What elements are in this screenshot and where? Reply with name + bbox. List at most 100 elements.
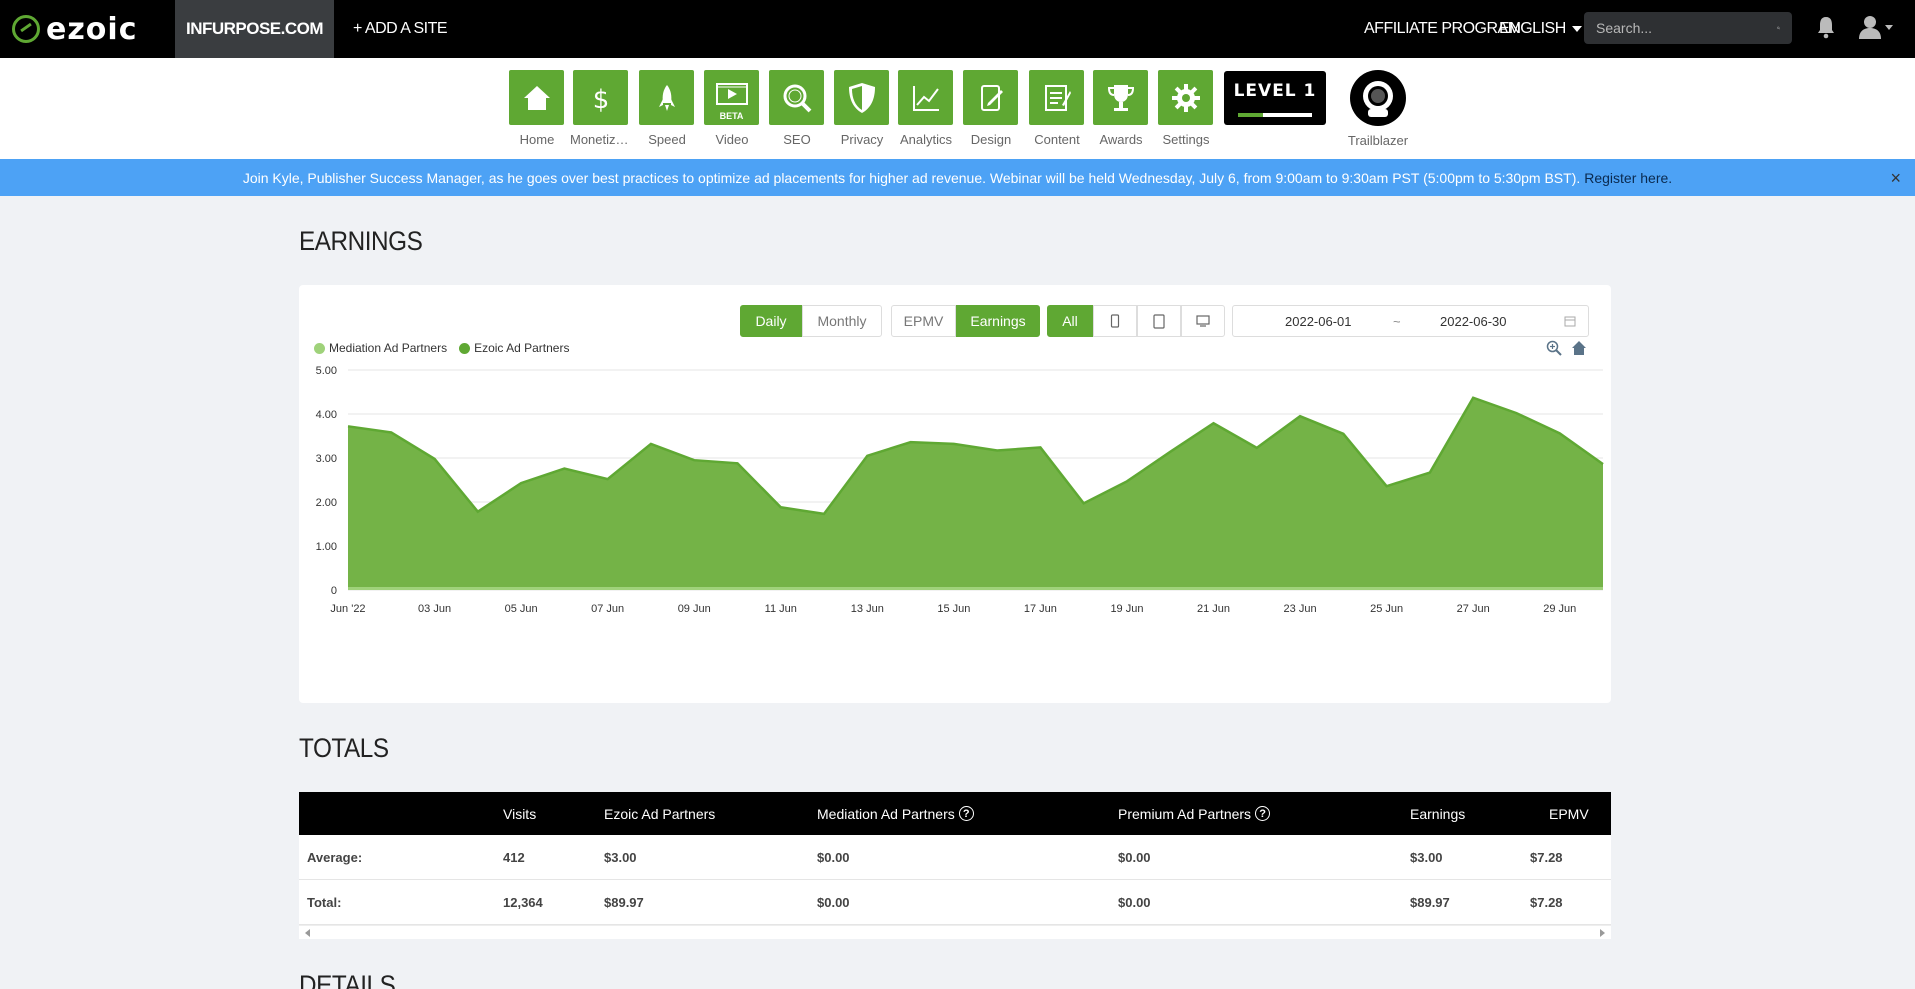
earnings-button[interactable]: Earnings [956, 305, 1040, 337]
period-toggle: Daily Monthly [740, 305, 882, 337]
totals-table: Visits Ezoic Ad Partners Mediation Ad Pa… [299, 792, 1611, 939]
nav-seo[interactable]: SEO [769, 70, 824, 147]
tablet-button[interactable] [1137, 305, 1181, 337]
horizontal-scrollbar[interactable] [299, 925, 1611, 939]
x-tick-label: 05 Jun [505, 603, 538, 615]
cell-epmv: $7.28 [1530, 850, 1563, 865]
cell-visits: 12,364 [503, 895, 543, 910]
row-label: Average: [307, 850, 363, 865]
device-toggle: All [1047, 305, 1225, 337]
nav-video[interactable]: BETA Video [704, 70, 759, 147]
nav-settings[interactable]: Settings [1158, 70, 1213, 147]
help-icon[interactable]: ? [958, 806, 974, 821]
table-row: Average: 412 $3.00 $0.00 $0.00 $3.00 $7.… [299, 835, 1611, 880]
ezoic-logo[interactable]: ezoic [12, 11, 138, 47]
home-icon [523, 85, 550, 110]
affiliate-program-link[interactable]: AFFILIATE PROGRAM [1364, 0, 1521, 58]
cell-mediation: $0.00 [817, 850, 850, 865]
header-earnings: Earnings [1410, 805, 1466, 822]
trailblazer-badge[interactable]: Trailblazer [1338, 70, 1418, 148]
legend-item-ezoic[interactable]: Ezoic Ad Partners [459, 341, 569, 355]
date-separator: ~ [1393, 313, 1401, 329]
row-label: Total: [307, 895, 342, 910]
nav-awards[interactable]: Awards [1093, 70, 1148, 147]
nav-speed[interactable]: Speed [639, 70, 694, 147]
header-epmv: EPMV [1549, 805, 1589, 822]
svg-text:$: $ [592, 85, 609, 113]
nav-label: Video [715, 132, 749, 147]
add-site-link[interactable]: + ADD A SITE [353, 0, 448, 58]
nav-privacy[interactable]: Privacy [834, 70, 889, 147]
legend-dot [459, 342, 471, 354]
rocket-icon [658, 84, 675, 111]
header-premium-ad-partners: Premium Ad Partners? [1118, 792, 1271, 835]
nav-label: Settings [1162, 132, 1210, 147]
x-tick-label: 19 Jun [1110, 603, 1143, 615]
bell-icon[interactable] [1816, 15, 1836, 39]
y-tick-label: 4.00 [316, 409, 337, 421]
site-tab[interactable]: INFURPOSE.COM [175, 0, 334, 58]
design-icon [980, 84, 1003, 111]
date-range-picker[interactable]: 2022-06-01 ~ 2022-06-30 [1232, 305, 1589, 337]
epmv-button[interactable]: EPMV [891, 305, 956, 337]
x-tick-label: 11 Jun [765, 603, 797, 615]
legend-label: Mediation Ad Partners [329, 341, 448, 355]
calendar-icon[interactable] [1564, 315, 1576, 327]
cell-earnings: $3.00 [1410, 850, 1443, 865]
mobile-icon [1110, 314, 1120, 328]
close-icon[interactable]: × [1890, 168, 1901, 189]
nav-label: Content [1034, 132, 1080, 147]
start-date[interactable]: 2022-06-01 [1285, 314, 1352, 329]
legend-item-mediation[interactable]: Mediation Ad Partners [314, 341, 447, 355]
register-link[interactable]: Register here. [1584, 170, 1672, 186]
daily-button[interactable]: Daily [740, 305, 802, 337]
nav-content[interactable]: Content [1029, 70, 1084, 147]
x-tick-label: 21 Jun [1197, 603, 1230, 615]
nav-label: Analytics [899, 132, 953, 147]
monthly-button[interactable]: Monthly [802, 305, 882, 337]
nav-analytics[interactable]: Analytics [898, 70, 953, 147]
help-icon[interactable]: ? [1255, 806, 1271, 821]
nav-design[interactable]: Design [963, 70, 1018, 147]
desktop-button[interactable] [1181, 305, 1225, 337]
totals-title: TOTALS [299, 733, 389, 763]
legend-dot [314, 342, 325, 354]
y-tick-label: 0 [331, 585, 337, 597]
table-header: Visits Ezoic Ad Partners Mediation Ad Pa… [299, 792, 1611, 835]
legend-label: Ezoic Ad Partners [474, 341, 570, 355]
trailblazer-label: Trailblazer [1347, 133, 1409, 148]
language-label: ENGLISH [1499, 20, 1566, 37]
reset-zoom-home-icon[interactable] [1571, 340, 1587, 356]
nav-home[interactable]: Home [509, 70, 564, 147]
chart-line-icon [912, 85, 939, 111]
logo-text: ezoic [46, 11, 138, 47]
search-input[interactable] [1596, 20, 1777, 36]
metric-toggle: EPMV Earnings [891, 305, 1040, 337]
mobile-button[interactable] [1093, 305, 1137, 337]
end-date[interactable]: 2022-06-30 [1440, 314, 1507, 329]
cell-epmv: $7.28 [1530, 895, 1563, 910]
earnings-title: EARNINGS [299, 226, 423, 256]
nav-label: Awards [1099, 132, 1143, 147]
desktop-icon [1196, 315, 1210, 327]
dollar-icon: $ [592, 85, 609, 113]
tablet-icon [1153, 313, 1165, 329]
cell-ezoic: $89.97 [604, 895, 644, 910]
language-dropdown[interactable]: ENGLISH [1499, 0, 1582, 58]
nav-label: SEO [783, 132, 811, 147]
cell-mediation: $0.00 [817, 895, 850, 910]
cell-visits: 412 [503, 850, 525, 865]
level-progress-bar [1238, 113, 1312, 117]
ezoic-area-fill [348, 397, 1603, 590]
nav-label: Privacy [840, 132, 884, 147]
nav-monetization[interactable]: $ Monetiza... [570, 70, 632, 147]
search-icon[interactable] [1777, 22, 1780, 34]
user-avatar-icon[interactable] [1858, 14, 1894, 40]
all-devices-button[interactable]: All [1047, 305, 1093, 337]
details-title: DETAILS [299, 970, 396, 989]
cell-premium: $0.00 [1118, 850, 1151, 865]
zoom-in-icon[interactable] [1546, 340, 1562, 356]
header-visits: Visits [503, 805, 537, 822]
nav-label: Design [970, 132, 1012, 147]
level-badge[interactable]: LEVEL 1 [1224, 71, 1326, 125]
